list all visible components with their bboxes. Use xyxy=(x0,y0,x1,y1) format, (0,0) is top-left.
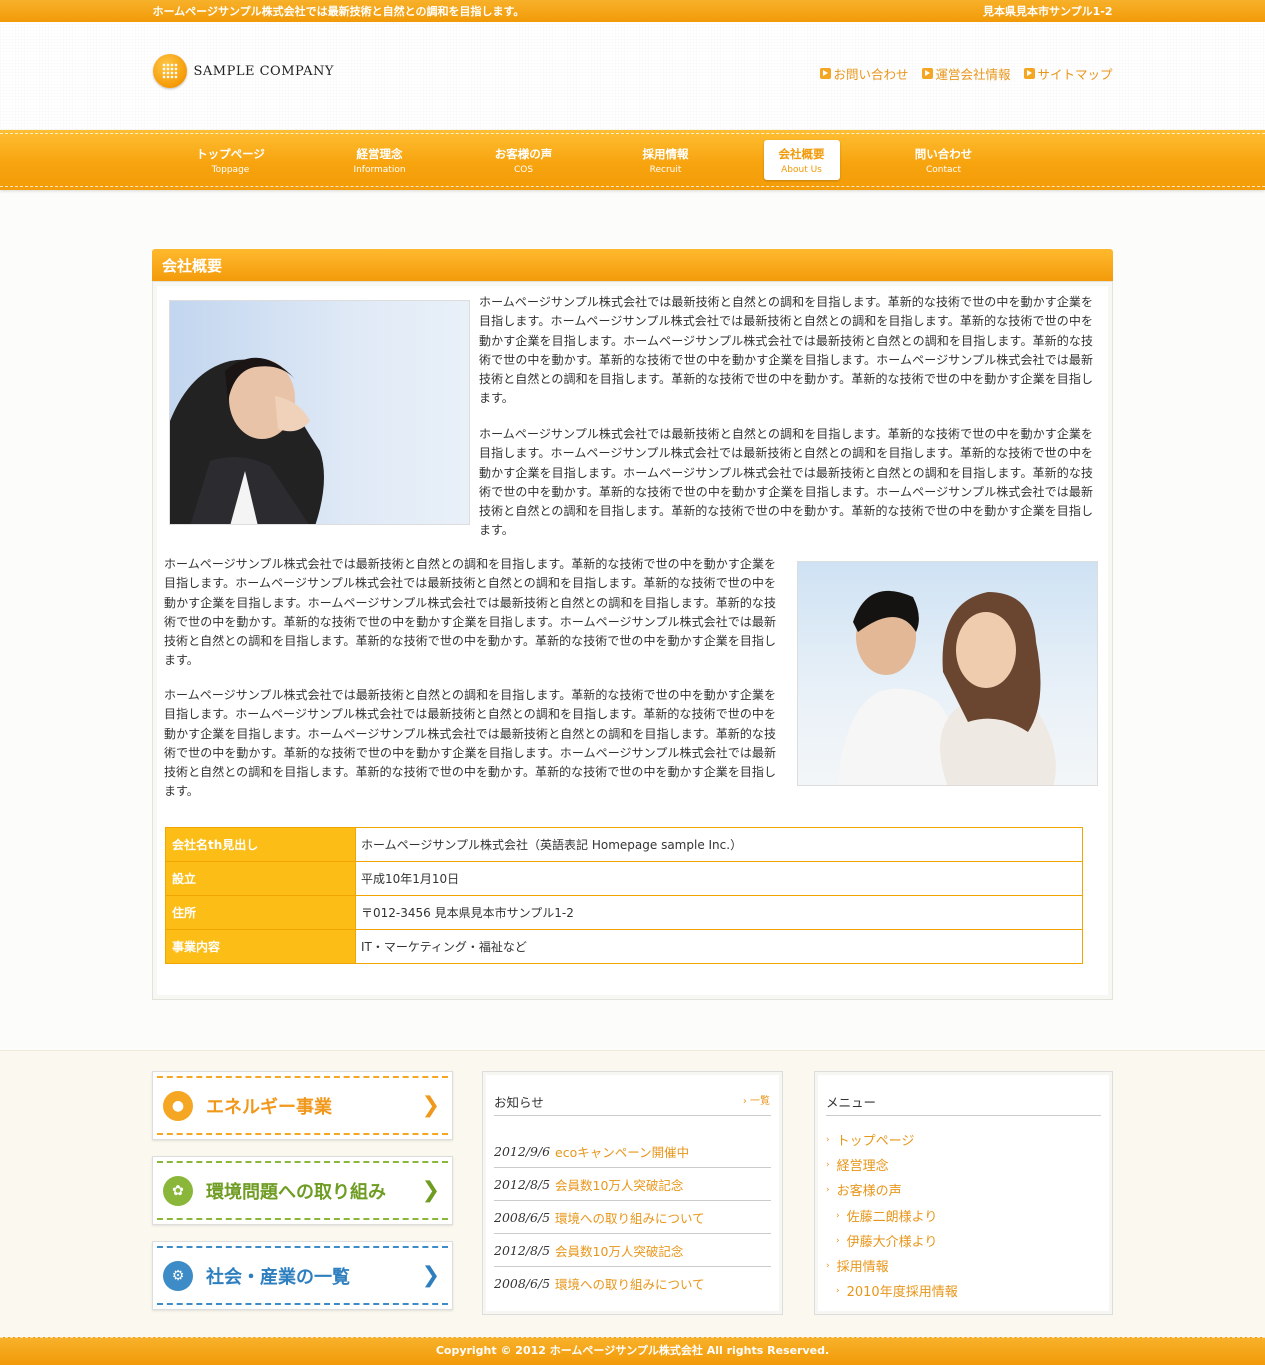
tagline: ホームページサンプル株式会社では最新技術と自然との調和を目指します。 xyxy=(152,5,525,18)
menu-item-sato[interactable]: › 佐藤二朗様より xyxy=(836,1206,937,1225)
top-address: 見本県見本市サンプル1-2 xyxy=(982,5,1113,18)
table-cell: ホームページサンプル株式会社（英語表記 Homepage sample Inc.… xyxy=(355,827,1083,862)
table-row: 事業内容 IT・マーケティング・福祉など xyxy=(165,929,1083,964)
news-item[interactable]: 2008/6/5 環境への取り組みについて xyxy=(494,1201,771,1234)
paragraph: ホームページサンプル株式会社では最新技術と自然との調和を目指します。革新的な技術… xyxy=(479,427,1093,538)
table-header-cell: 会社名th見出し xyxy=(165,827,356,862)
chevron-right-icon: › xyxy=(826,1184,830,1195)
chevron-right-icon: › xyxy=(826,1134,830,1145)
nav-item-about-us[interactable]: 会社概要 About Us xyxy=(763,140,840,180)
nav-item-contact[interactable]: 問い合わせ Contact xyxy=(906,140,982,180)
menu-item-recruit-2010[interactable]: › 2010年度採用情報 xyxy=(836,1281,958,1300)
chevron-right-icon: › xyxy=(836,1235,840,1246)
site-header: SAMPLE COMPANY お問い合わせ 運営会社情報 サイトマップ xyxy=(0,22,1265,130)
chevron-right-icon: › xyxy=(742,1096,747,1107)
global-nav: トップページ Toppage 経営理念 Information お客様の声 COS 採… xyxy=(0,130,1265,190)
header-link-sitemap[interactable]: サイトマップ xyxy=(1024,64,1113,83)
top-bar: ホームページサンプル株式会社では最新技術と自然との調和を目指します。 見本県見本… xyxy=(0,0,1265,22)
menu-item-voice[interactable]: › お客様の声 xyxy=(826,1180,902,1199)
chevron-right-icon: ❯ xyxy=(421,1178,440,1203)
lightbulb-icon: ● xyxy=(163,1090,193,1121)
chevron-right-icon: › xyxy=(826,1260,830,1271)
news-item[interactable]: 2012/8/5 会員数10万人突破記念 xyxy=(494,1168,771,1201)
nav-item-recruit[interactable]: 採用情報 Recruit xyxy=(628,140,704,180)
logo-icon xyxy=(152,54,187,88)
table-cell: 〒012-3456 見本県見本市サンプル1-2 xyxy=(355,895,1083,930)
news-more-link[interactable]: › 一覧 xyxy=(743,1092,770,1107)
logo[interactable]: SAMPLE COMPANY xyxy=(152,54,334,88)
chevron-right-icon: ❯ xyxy=(421,1093,440,1118)
table-cell: 平成10年1月10日 xyxy=(355,861,1083,896)
main-content: 会社概要 ホームページサンプル株式会社では最新技術と自然との調和を目指します。革… xyxy=(152,249,1113,1000)
page-title: 会社概要 xyxy=(152,249,1113,281)
header-link-contact[interactable]: お問い合わせ xyxy=(820,64,908,83)
company-info-table: 会社名th見出し ホームページサンプル株式会社（英語表記 Homepage sa… xyxy=(165,827,1083,964)
paragraph: ホームページサンプル株式会社では最新技術と自然との調和を目指します。革新的な技術… xyxy=(164,688,776,799)
paragraph: ホームページサンプル株式会社では最新技術と自然との調和を目指します。革新的な技術… xyxy=(479,295,1093,406)
menu-item-philosophy[interactable]: › 経営理念 xyxy=(826,1155,889,1174)
arrow-icon xyxy=(922,68,934,79)
table-header-cell: 住所 xyxy=(165,895,356,930)
table-header-cell: 事業内容 xyxy=(165,929,356,964)
gear-icon: ⚙ xyxy=(163,1260,193,1291)
header-link-company-info[interactable]: 運営会社情報 xyxy=(922,64,1010,83)
table-cell: IT・マーケティング・福祉など xyxy=(355,929,1083,964)
banner-environment[interactable]: ✿ 環境問題への取り組み ❯ xyxy=(152,1156,453,1225)
menu-title: メニュー xyxy=(826,1095,877,1110)
menu-item-toppage[interactable]: › トップページ xyxy=(826,1130,914,1149)
arrow-icon xyxy=(820,68,832,79)
arrow-icon xyxy=(1024,68,1036,79)
paragraph: ホームページサンプル株式会社では最新技術と自然との調和を目指します。革新的な技術… xyxy=(164,557,776,668)
leaf-icon: ✿ xyxy=(163,1175,193,1206)
table-row: 住所 〒012-3456 見本県見本市サンプル1-2 xyxy=(165,895,1083,930)
couple-photo xyxy=(797,561,1098,786)
chevron-right-icon: ❯ xyxy=(421,1263,440,1288)
menu-item-recruit[interactable]: › 採用情報 xyxy=(826,1256,889,1275)
news-item[interactable]: 2012/9/6 ecoキャンペーン開催中 xyxy=(494,1135,771,1168)
table-row: 設立 平成10年1月10日 xyxy=(165,861,1083,896)
table-row: 会社名th見出し ホームページサンプル株式会社（英語表記 Homepage sa… xyxy=(165,827,1083,862)
news-item[interactable]: 2008/6/5 環境への取り組みについて xyxy=(494,1267,771,1300)
chevron-right-icon: › xyxy=(836,1210,840,1221)
header-links: お問い合わせ 運営会社情報 サイトマップ xyxy=(820,64,1113,83)
banner-energy[interactable]: ● エネルギー事業 ❯ xyxy=(152,1071,453,1140)
news-box: お知らせ › 一覧 2012/9/6 ecoキャンペーン開催中 2012/8/5 会… xyxy=(482,1071,783,1315)
logo-text: SAMPLE COMPANY xyxy=(193,63,334,79)
copyright: Copyright © 2012 ホームページサンプル株式会社 All righ… xyxy=(0,1337,1265,1365)
chevron-right-icon: › xyxy=(826,1159,830,1170)
chevron-right-icon: › xyxy=(836,1285,840,1296)
banner-industry[interactable]: ⚙ 社会・産業の一覧 ❯ xyxy=(152,1241,453,1310)
nav-item-toppage[interactable]: トップページ Toppage xyxy=(193,140,269,180)
table-header-cell: 設立 xyxy=(165,861,356,896)
woman-calling-photo xyxy=(169,300,470,525)
news-title: お知らせ xyxy=(494,1095,544,1110)
menu-item-ito[interactable]: › 伊藤大介様より xyxy=(836,1231,937,1250)
news-item[interactable]: 2012/8/5 会員数10万人突破記念 xyxy=(494,1234,771,1267)
content-body: ホームページサンプル株式会社では最新技術と自然との調和を目指します。革新的な技術… xyxy=(152,281,1113,1000)
nav-item-information[interactable]: 経営理念 Information xyxy=(342,140,418,180)
menu-box: メニュー › トップページ › 経営理念 › お客様の声 › 佐藤二朗様より › 伊藤大介… xyxy=(814,1071,1113,1315)
nav-item-cos[interactable]: お客様の声 COS xyxy=(486,140,562,180)
